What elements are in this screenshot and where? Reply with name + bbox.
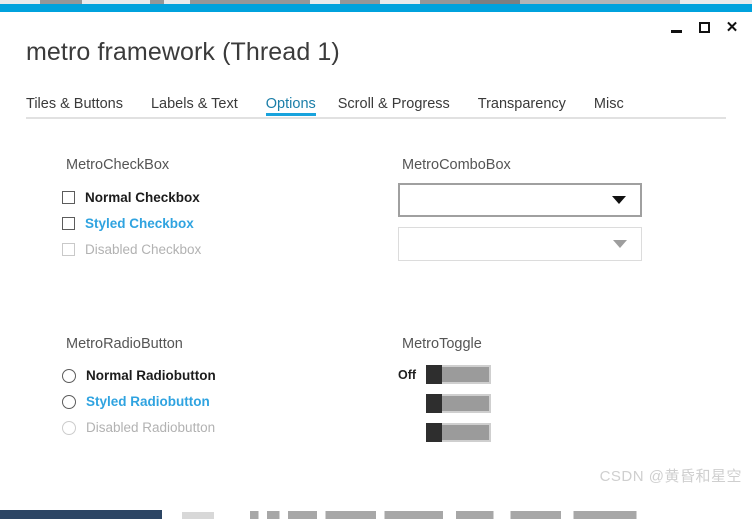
chevron-down-icon (612, 196, 626, 204)
toggle-thumb (426, 365, 442, 384)
metro-window: ✕ metro framework (Thread 1) Tiles & But… (0, 4, 752, 508)
tab-underline (338, 113, 450, 116)
maximize-button[interactable] (690, 15, 718, 39)
csdn-watermark: CSDN @黄昏和星空 (599, 468, 742, 485)
taskbar-text-sliver (250, 511, 670, 519)
tab-transparency[interactable]: Transparency (478, 96, 566, 116)
options-panel: MetroCheckBox Normal Checkbox Styled Che… (0, 120, 752, 516)
radiobutton-label: Styled Radiobutton (86, 394, 210, 409)
tab-label: Scroll & Progress (337, 96, 450, 112)
tab-label: Labels & Text (150, 96, 238, 112)
tab-underline-active (265, 113, 316, 116)
toggle-second[interactable] (426, 394, 491, 413)
combobox-disabled (398, 227, 642, 261)
group-title-combobox: MetroComboBox (402, 157, 511, 173)
toggle-thumb (426, 394, 442, 413)
tab-scroll-and-progress[interactable]: Scroll & Progress (338, 96, 450, 116)
tab-underline (478, 113, 566, 116)
close-icon: ✕ (725, 18, 739, 36)
tabstrip: Tiles & Buttons Labels & Text Options Sc… (26, 94, 726, 120)
toggle-track (442, 423, 491, 442)
toggle-switch[interactable] (426, 423, 491, 442)
toggle-off[interactable]: Off (398, 365, 491, 384)
tab-labels-and-text[interactable]: Labels & Text (151, 96, 238, 116)
checkbox-styled[interactable]: Styled Checkbox (62, 216, 194, 231)
toggle-thumb (426, 423, 442, 442)
tab-tiles-and-buttons[interactable]: Tiles & Buttons (26, 96, 123, 116)
toggle-track (442, 394, 491, 413)
tab-label: Options (265, 96, 316, 112)
toggle-track (442, 365, 491, 384)
radio-circle-icon (62, 420, 76, 435)
taskbar-gray-block (182, 512, 214, 519)
radiobutton-label: Normal Radiobutton (86, 368, 216, 383)
toggle-state-label: Off (398, 367, 417, 382)
screen-root: ✕ metro framework (Thread 1) Tiles & But… (0, 0, 752, 519)
toggle-switch[interactable] (426, 394, 491, 413)
checkbox-box-icon[interactable] (62, 217, 75, 230)
tab-underline (594, 113, 624, 116)
radiobutton-label: Disabled Radiobutton (86, 420, 216, 435)
checkbox-label: Disabled Checkbox (85, 242, 202, 257)
minimize-button[interactable] (662, 15, 690, 39)
toggle-third[interactable] (426, 423, 491, 442)
tab-label: Tiles & Buttons (26, 96, 123, 112)
tabstrip-divider (26, 117, 726, 119)
checkbox-normal[interactable]: Normal Checkbox (62, 190, 200, 205)
radio-circle-icon[interactable] (62, 368, 76, 383)
group-title-toggle: MetroToggle (402, 336, 482, 352)
checkbox-label: Normal Checkbox (85, 190, 200, 205)
radiobutton-styled[interactable]: Styled Radiobutton (62, 394, 210, 409)
group-title-radiobutton: MetroRadioButton (66, 336, 183, 352)
window-title: metro framework (Thread 1) (26, 38, 340, 66)
checkbox-disabled: Disabled Checkbox (62, 242, 201, 257)
tabs-row: Tiles & Buttons Labels & Text Options Sc… (26, 94, 726, 116)
radiobutton-normal[interactable]: Normal Radiobutton (62, 368, 216, 383)
maximize-icon (698, 21, 710, 33)
checkbox-label: Styled Checkbox (85, 216, 194, 231)
window-controls: ✕ (662, 14, 746, 40)
taskbar-sliver (0, 508, 752, 519)
tab-label: Transparency (477, 96, 566, 112)
checkbox-box-icon (62, 243, 75, 256)
checkbox-box-icon[interactable] (62, 191, 75, 204)
tab-options[interactable]: Options (265, 96, 316, 116)
radio-circle-icon[interactable] (62, 394, 76, 409)
tab-underline (26, 113, 123, 116)
chevron-down-icon (613, 240, 627, 248)
toggle-switch[interactable] (426, 365, 491, 384)
combobox-normal[interactable] (398, 183, 642, 217)
minimize-icon (670, 29, 682, 33)
tab-misc[interactable]: Misc (594, 96, 624, 116)
group-title-checkbox: MetroCheckBox (66, 157, 170, 173)
close-button[interactable]: ✕ (718, 15, 746, 39)
taskbar-blue-bar (0, 510, 162, 519)
tab-label: Misc (593, 96, 624, 112)
radiobutton-disabled: Disabled Radiobutton (62, 420, 215, 435)
tab-underline (151, 113, 238, 116)
